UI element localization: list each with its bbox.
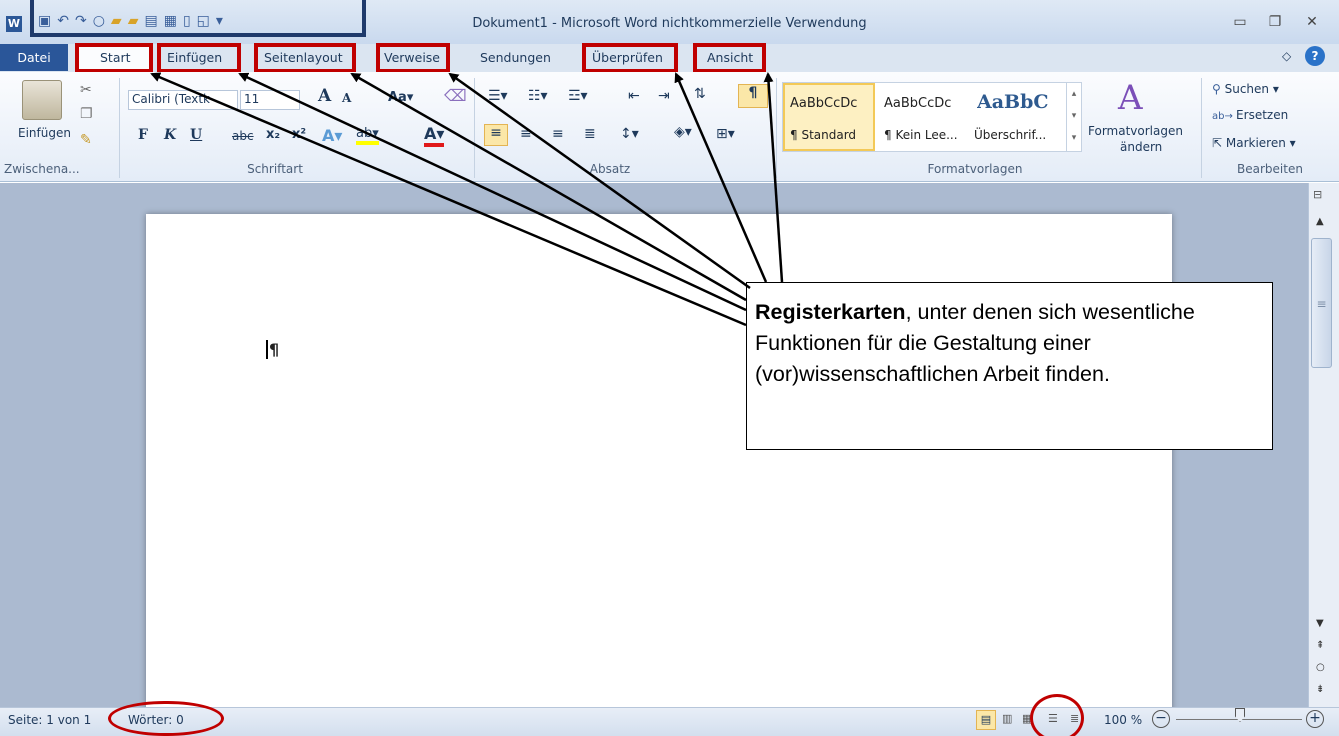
zoom-level[interactable]: 100 % <box>1104 713 1142 727</box>
previous-page-icon[interactable]: ⇞ <box>1316 640 1324 651</box>
group-separator <box>776 78 777 178</box>
find-button[interactable]: ⚲ Suchen ▾ <box>1212 82 1279 96</box>
help-icon[interactable]: ? <box>1305 46 1325 66</box>
close-button[interactable]: ✕ <box>1292 14 1332 34</box>
binoculars-icon: ⚲ <box>1212 82 1225 96</box>
font-name-box[interactable]: Calibri (Textk <box>128 90 238 110</box>
highlight-view-buttons <box>1030 694 1084 736</box>
next-page-icon[interactable]: ⇟ <box>1316 684 1324 695</box>
tab-sendungen[interactable]: Sendungen <box>480 48 551 68</box>
callout-bold: Registerkarten <box>755 300 906 324</box>
grow-font-icon[interactable]: A <box>318 86 331 106</box>
annotation-callout: Registerkarten, unter denen sich wesentl… <box>746 282 1273 450</box>
group-separator <box>119 78 120 178</box>
text-effects-icon[interactable]: A▾ <box>322 126 342 145</box>
paragraph-group-label: Absatz <box>589 162 631 176</box>
copy-icon[interactable]: ❐ <box>80 106 93 122</box>
highlight-color-icon[interactable]: ab▾ <box>356 126 379 145</box>
align-left-icon[interactable]: ≡ <box>484 124 508 146</box>
decrease-indent-icon[interactable]: ⇤ <box>628 88 640 104</box>
change-styles-icon[interactable]: A <box>1118 78 1143 118</box>
bullets-icon[interactable]: ☰▾ <box>488 88 508 104</box>
style-heading-preview[interactable]: AaBbC <box>977 91 1065 113</box>
clipboard-group-label: Zwischena... <box>4 162 80 176</box>
highlight-ansicht <box>693 43 766 73</box>
highlight-seitenlayout <box>254 43 356 73</box>
style-standard-preview: AaBbCcDc <box>790 96 858 111</box>
change-styles-label[interactable]: Formatvorlagen <box>1088 124 1183 138</box>
underline-button[interactable]: U <box>190 127 202 143</box>
paste-button-label[interactable]: Einfügen <box>18 126 71 140</box>
restore-button[interactable]: ❐ <box>1255 14 1295 34</box>
font-size-box[interactable]: 11 <box>240 90 300 110</box>
style-heading-name[interactable]: Überschrif... <box>974 128 1046 142</box>
strikethrough-icon[interactable]: abc <box>232 129 254 143</box>
style-no-spacing-name[interactable]: ¶ Kein Lee... <box>884 128 958 142</box>
subscript-icon[interactable]: x₂ <box>266 127 280 142</box>
show-formatting-icon[interactable]: ¶ <box>738 84 768 108</box>
style-standard-name: ¶ Standard <box>790 128 857 142</box>
font-color-icon[interactable]: A▾ <box>424 124 445 147</box>
sort-icon[interactable]: ⇅ <box>694 86 706 102</box>
shrink-font-icon[interactable]: A <box>342 91 351 105</box>
window-title: Dokument1 - Microsoft Word nichtkommerzi… <box>472 16 867 31</box>
change-case-icon[interactable]: Aa▾ <box>388 90 413 105</box>
replace-button[interactable]: ab→ Ersetzen <box>1212 108 1288 122</box>
format-painter-icon[interactable]: ✎ <box>80 132 92 148</box>
italic-button[interactable]: K <box>164 127 176 143</box>
superscript-icon[interactable]: x² <box>292 127 306 142</box>
bold-button[interactable]: F <box>138 127 148 143</box>
highlight-ueberpruefen <box>582 43 678 73</box>
font-group-label: Schriftart <box>247 162 303 176</box>
scroll-thumb[interactable]: ≡ <box>1311 238 1332 368</box>
highlight-verweise <box>376 43 450 73</box>
scroll-up-arrow[interactable]: ▲ <box>1316 216 1324 227</box>
full-screen-reading-icon[interactable]: ▥ <box>1002 712 1012 725</box>
style-gallery-scroll[interactable]: ▴ ▾ ▾ <box>1066 83 1081 151</box>
editing-group-label: Bearbeiten <box>1237 162 1303 176</box>
zoom-out-icon[interactable]: − <box>1152 710 1170 728</box>
style-no-spacing-preview[interactable]: AaBbCcDc <box>884 96 951 111</box>
print-layout-icon[interactable]: ▤ <box>976 710 996 730</box>
align-center-icon[interactable]: ≡ <box>520 126 532 142</box>
highlight-einfuegen <box>157 43 241 73</box>
line-spacing-icon[interactable]: ↕▾ <box>620 126 639 142</box>
scroll-down-arrow[interactable]: ▼ <box>1316 618 1324 629</box>
cursor-icon: ⇱ <box>1212 136 1226 150</box>
styles-group-label: Formatvorlagen <box>927 162 1023 176</box>
tab-datei[interactable]: Datei <box>0 44 68 71</box>
borders-icon[interactable]: ⊞▾ <box>716 126 735 142</box>
ribbon-minimize-icon[interactable]: ◇ <box>1282 49 1291 63</box>
clear-format-icon[interactable]: ⌫ <box>444 86 467 105</box>
ruler-toggle-icon[interactable]: ⊟ <box>1313 188 1322 201</box>
highlight-word-count <box>108 701 224 736</box>
paste-icon[interactable] <box>22 80 62 120</box>
group-separator <box>1201 78 1202 178</box>
justify-icon[interactable]: ≣ <box>584 126 596 142</box>
replace-icon: ab→ <box>1212 111 1237 122</box>
numbering-icon[interactable]: ☷▾ <box>528 88 548 104</box>
zoom-in-icon[interactable]: + <box>1306 710 1324 728</box>
text-cursor: ¶ <box>266 340 279 359</box>
highlight-start <box>75 43 153 73</box>
group-separator <box>474 78 475 178</box>
page-count[interactable]: Seite: 1 von 1 <box>8 713 91 727</box>
increase-indent-icon[interactable]: ⇥ <box>658 88 670 104</box>
select-button[interactable]: ⇱ Markieren ▾ <box>1212 136 1296 150</box>
minimize-button[interactable]: ▭ <box>1220 14 1260 34</box>
shading-icon[interactable]: ◈▾ <box>674 124 692 140</box>
multilevel-list-icon[interactable]: ☲▾ <box>568 88 588 104</box>
cut-icon[interactable]: ✂ <box>80 82 92 98</box>
browse-object-icon[interactable]: ○ <box>1316 662 1325 673</box>
align-right-icon[interactable]: ≡ <box>552 126 564 142</box>
change-styles-label-2[interactable]: ändern <box>1120 140 1162 154</box>
